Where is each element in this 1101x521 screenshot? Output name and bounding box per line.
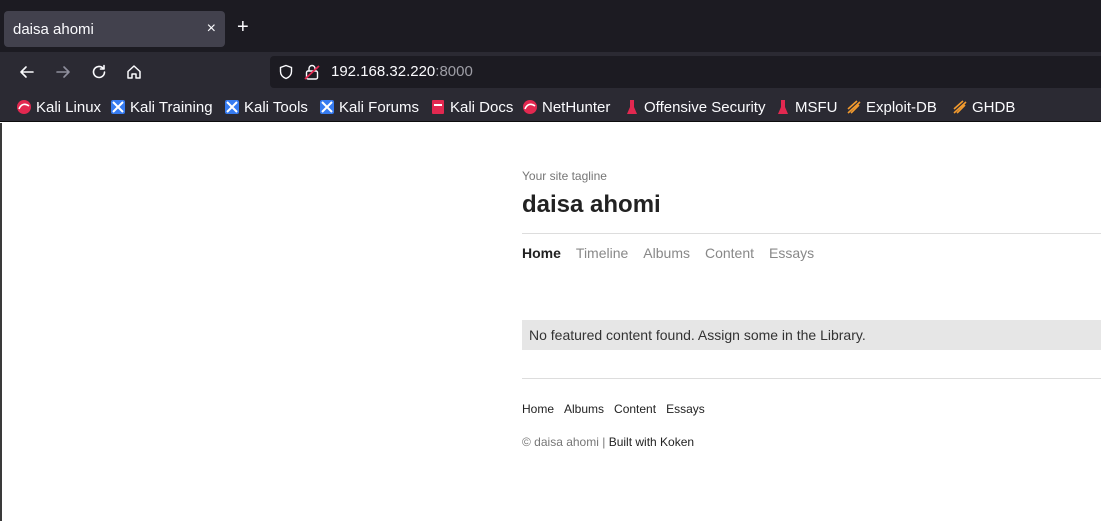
reload-icon bbox=[92, 64, 106, 79]
bookmark-msfu[interactable]: MSFU bbox=[775, 97, 838, 117]
nav-home[interactable]: Home bbox=[522, 245, 561, 261]
kali-tools-icon bbox=[225, 100, 239, 114]
bookmark-label: Kali Docs bbox=[450, 98, 514, 116]
url-host: 192.168.32.220 bbox=[331, 63, 436, 80]
forward-arrow-icon bbox=[56, 66, 70, 78]
ghdb-icon bbox=[953, 100, 967, 114]
home-button[interactable] bbox=[122, 60, 146, 84]
featured-notice: No featured content found. Assign some i… bbox=[522, 320, 1101, 350]
copyright: © daisa ahomi | Built with Koken bbox=[522, 435, 694, 449]
back-button[interactable] bbox=[15, 60, 39, 84]
bookmark-label: NetHunter bbox=[542, 98, 611, 116]
site-tagline: Your site tagline bbox=[522, 169, 607, 183]
close-tab-icon[interactable]: × bbox=[207, 19, 216, 39]
bookmark-label: Exploit-DB bbox=[866, 98, 937, 116]
bookmark-label: Kali Training bbox=[130, 98, 213, 116]
bookmarks-toolbar: Kali Linux Kali Training Kali Tools Kali… bbox=[0, 92, 1101, 122]
url-text[interactable]: 192.168.32.220:8000 bbox=[331, 63, 473, 80]
bookmark-label: GHDB bbox=[972, 98, 1016, 116]
bookmark-label: Kali Tools bbox=[244, 98, 308, 116]
bookmark-label: MSFU bbox=[795, 98, 838, 116]
nav-essays[interactable]: Essays bbox=[769, 245, 814, 261]
bookmark-exploit-db[interactable]: Exploit-DB bbox=[846, 97, 937, 117]
page-content: Your site tagline daisa ahomi Home Timel… bbox=[0, 123, 1101, 521]
nav-timeline[interactable]: Timeline bbox=[576, 245, 628, 261]
kali-dragon-icon bbox=[17, 100, 31, 114]
footer-nav-content[interactable]: Content bbox=[614, 402, 656, 416]
offsec-icon bbox=[627, 100, 637, 114]
bookmark-label: Kali Forums bbox=[339, 98, 420, 116]
kali-docs-icon bbox=[432, 100, 444, 114]
nav-albums[interactable]: Albums bbox=[643, 245, 690, 261]
navigation-toolbar: 192.168.32.220:8000 bbox=[0, 52, 1101, 92]
back-arrow-icon bbox=[20, 66, 34, 78]
bookmark-label: Kali Linux bbox=[36, 98, 102, 116]
bookmark-offensive-security[interactable]: Offensive Security bbox=[624, 97, 765, 117]
exploit-db-icon bbox=[847, 100, 861, 114]
bookmark-nethunter[interactable]: NetHunter bbox=[522, 97, 610, 117]
footer-nav: Home Albums Content Essays bbox=[522, 402, 715, 416]
main-nav: Home Timeline Albums Content Essays bbox=[522, 245, 829, 261]
tab-title: daisa ahomi bbox=[13, 21, 94, 38]
url-port: :8000 bbox=[435, 63, 473, 80]
copyright-text: © daisa ahomi | bbox=[522, 435, 606, 449]
bookmark-kali-tools[interactable]: Kali Tools bbox=[224, 97, 308, 117]
reload-button[interactable] bbox=[87, 60, 111, 84]
url-bar[interactable]: 192.168.32.220:8000 bbox=[270, 56, 1101, 88]
footer-nav-home[interactable]: Home bbox=[522, 402, 554, 416]
bookmark-kali-docs[interactable]: Kali Docs bbox=[430, 97, 513, 117]
footer-nav-essays[interactable]: Essays bbox=[666, 402, 705, 416]
bookmark-label: Offensive Security bbox=[644, 98, 766, 116]
built-with-koken-link[interactable]: Built with Koken bbox=[609, 435, 694, 449]
new-tab-icon[interactable]: + bbox=[237, 17, 249, 37]
bookmark-kali-forums[interactable]: Kali Forums bbox=[319, 97, 419, 117]
nav-content[interactable]: Content bbox=[705, 245, 754, 261]
tab-bar: daisa ahomi × + bbox=[0, 0, 1101, 52]
footer-divider bbox=[522, 378, 1101, 379]
kali-forums-icon bbox=[320, 100, 334, 114]
site-title[interactable]: daisa ahomi bbox=[522, 191, 661, 219]
insecure-lock-icon[interactable] bbox=[304, 63, 320, 81]
tracking-shield-icon[interactable] bbox=[278, 64, 294, 80]
home-icon bbox=[127, 65, 141, 79]
msfu-icon bbox=[778, 100, 788, 114]
bookmark-kali-training[interactable]: Kali Training bbox=[110, 97, 213, 117]
bookmark-kali-linux[interactable]: Kali Linux bbox=[16, 97, 101, 117]
browser-tab[interactable]: daisa ahomi × bbox=[4, 11, 225, 47]
kali-training-icon bbox=[111, 100, 125, 114]
forward-button[interactable] bbox=[51, 60, 75, 84]
nethunter-icon bbox=[523, 100, 537, 114]
footer-nav-albums[interactable]: Albums bbox=[564, 402, 604, 416]
header-divider bbox=[522, 233, 1101, 234]
bookmark-ghdb[interactable]: GHDB bbox=[952, 97, 1015, 117]
